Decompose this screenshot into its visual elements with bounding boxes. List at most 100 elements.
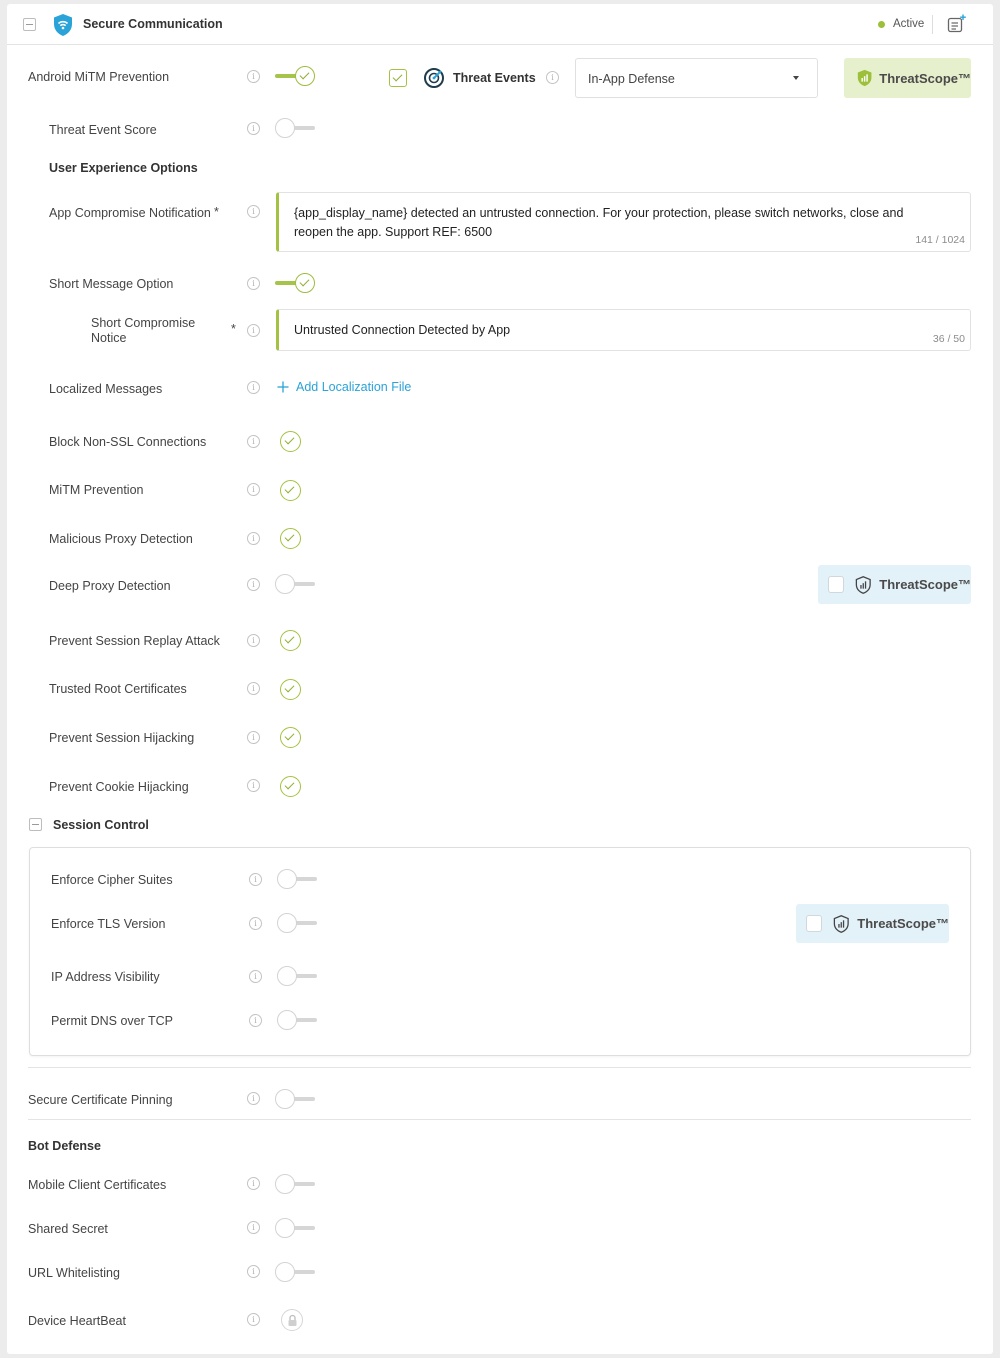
mobile-client-certs-toggle[interactable] — [275, 1174, 315, 1194]
threatscope-badge: ThreatScope™ — [818, 565, 971, 604]
shared-secret-label: Shared Secret — [28, 1222, 108, 1236]
info-icon[interactable]: i — [247, 1092, 260, 1105]
info-icon[interactable]: i — [247, 779, 260, 792]
info-icon[interactable]: i — [249, 917, 262, 930]
app-compromise-text: {app_display_name} detected an untrusted… — [294, 206, 904, 239]
enforce-cipher-label: Enforce Cipher Suites — [51, 873, 173, 887]
char-counter: 36 / 50 — [932, 333, 965, 345]
short-message-label: Short Message Option — [49, 277, 174, 291]
shared-secret-toggle[interactable] — [275, 1218, 315, 1238]
radar-icon — [424, 68, 444, 88]
info-icon[interactable]: i — [247, 483, 260, 496]
threat-event-score-toggle[interactable] — [275, 118, 315, 138]
short-compromise-text: Untrusted Connection Detected by App — [294, 323, 511, 337]
cookie-hijacking-check[interactable] — [280, 776, 301, 797]
threatscope-badge-green[interactable]: ThreatScope™ — [844, 58, 971, 98]
permit-dns-toggle[interactable] — [277, 1010, 317, 1030]
threatscope-label: ThreatScope™ — [879, 577, 971, 592]
bot-defense-heading: Bot Defense — [28, 1139, 101, 1153]
divider — [28, 1067, 971, 1068]
info-icon[interactable]: i — [247, 1221, 260, 1234]
short-compromise-label-line1: Short Compromise — [91, 316, 196, 330]
mobile-client-certs-label: Mobile Client Certificates — [28, 1178, 167, 1192]
android-mitm-toggle[interactable] — [275, 66, 315, 86]
section-title: Secure Communication — [83, 17, 223, 31]
ip-visibility-toggle[interactable] — [277, 966, 317, 986]
required-mark: * — [214, 205, 219, 219]
plus-icon — [277, 381, 289, 393]
url-whitelisting-label: URL Whitelisting — [28, 1266, 120, 1280]
threatscope-shield-icon — [855, 575, 871, 594]
malicious-proxy-check[interactable] — [280, 528, 301, 549]
info-icon[interactable]: i — [546, 71, 559, 84]
info-icon[interactable]: i — [249, 970, 262, 983]
mitm-prevention-check[interactable] — [280, 480, 301, 501]
app-compromise-label: App Compromise Notification — [49, 206, 211, 220]
threatscope-shield-icon — [857, 69, 872, 87]
threatscope-checkbox[interactable] — [806, 915, 822, 932]
info-icon[interactable]: i — [247, 205, 260, 218]
block-non-ssl-check[interactable] — [280, 431, 301, 452]
select-value: In-App Defense — [588, 72, 675, 86]
enforce-cipher-toggle[interactable] — [277, 869, 317, 889]
short-message-toggle[interactable] — [275, 273, 315, 293]
session-control-box: Enforce Cipher Suites i Enforce TLS Vers… — [29, 847, 971, 1056]
info-icon[interactable]: i — [247, 731, 260, 744]
android-mitm-label: Android MiTM Prevention — [28, 70, 170, 84]
trusted-root-label: Trusted Root Certificates — [49, 682, 187, 696]
deep-proxy-label: Deep Proxy Detection — [49, 579, 171, 593]
add-localization-link[interactable]: Add Localization File — [277, 380, 411, 394]
threatscope-shield-icon — [833, 914, 849, 933]
threatscope-checkbox[interactable] — [828, 576, 844, 593]
url-whitelisting-toggle[interactable] — [275, 1262, 315, 1282]
short-compromise-input[interactable]: Untrusted Connection Detected by App 36 … — [276, 309, 971, 351]
header-divider — [932, 15, 933, 34]
info-icon[interactable]: i — [247, 682, 260, 695]
session-hijacking-check[interactable] — [280, 727, 301, 748]
device-heartbeat-label: Device HeartBeat — [28, 1314, 126, 1328]
trusted-root-check[interactable] — [280, 679, 301, 700]
session-replay-check[interactable] — [280, 630, 301, 651]
session-control-collapse[interactable] — [29, 818, 42, 831]
caret-down-icon — [793, 76, 799, 80]
status-dot — [878, 21, 885, 28]
info-icon[interactable]: i — [249, 1014, 262, 1027]
secure-cert-pinning-toggle[interactable] — [275, 1089, 315, 1109]
threat-events-label: Threat Events — [453, 71, 536, 85]
info-icon[interactable]: i — [247, 324, 260, 337]
mitm-prevention-label: MiTM Prevention — [49, 483, 144, 497]
lock-icon — [288, 1314, 297, 1326]
info-icon[interactable]: i — [247, 578, 260, 591]
enforce-tls-toggle[interactable] — [277, 913, 317, 933]
malicious-proxy-label: Malicious Proxy Detection — [49, 532, 193, 546]
session-control-heading: Session Control — [53, 818, 149, 832]
collapse-toggle[interactable] — [23, 18, 36, 31]
info-icon[interactable]: i — [247, 381, 260, 394]
info-icon[interactable]: i — [247, 532, 260, 545]
info-icon[interactable]: i — [247, 634, 260, 647]
block-non-ssl-label: Block Non-SSL Connections — [49, 435, 207, 449]
threatscope-label: ThreatScope™ — [879, 70, 971, 86]
threat-events-checkbox[interactable] — [389, 69, 407, 87]
info-icon[interactable]: i — [247, 1177, 260, 1190]
info-icon[interactable]: i — [247, 435, 260, 448]
info-icon[interactable]: i — [247, 70, 260, 83]
info-icon[interactable]: i — [247, 1265, 260, 1278]
status-label: Active — [893, 18, 925, 30]
info-icon[interactable]: i — [247, 1313, 260, 1326]
notes-add-icon[interactable] — [947, 14, 967, 34]
info-icon[interactable]: i — [247, 122, 260, 135]
info-icon[interactable]: i — [249, 873, 262, 886]
required-mark: * — [231, 322, 236, 336]
threat-event-score-label: Threat Event Score — [49, 123, 157, 137]
deep-proxy-toggle[interactable] — [275, 574, 315, 594]
permit-dns-label: Permit DNS over TCP — [51, 1014, 174, 1028]
device-heartbeat-lock — [281, 1309, 303, 1331]
app-compromise-textarea[interactable]: {app_display_name} detected an untrusted… — [276, 192, 971, 252]
header-separator — [7, 44, 993, 45]
ux-options-heading: User Experience Options — [49, 161, 198, 175]
info-icon[interactable]: i — [247, 277, 260, 290]
secure-cert-pinning-label: Secure Certificate Pinning — [28, 1093, 173, 1107]
threat-events-select[interactable]: In-App Defense — [575, 58, 818, 98]
session-hijacking-label: Prevent Session Hijacking — [49, 731, 195, 745]
